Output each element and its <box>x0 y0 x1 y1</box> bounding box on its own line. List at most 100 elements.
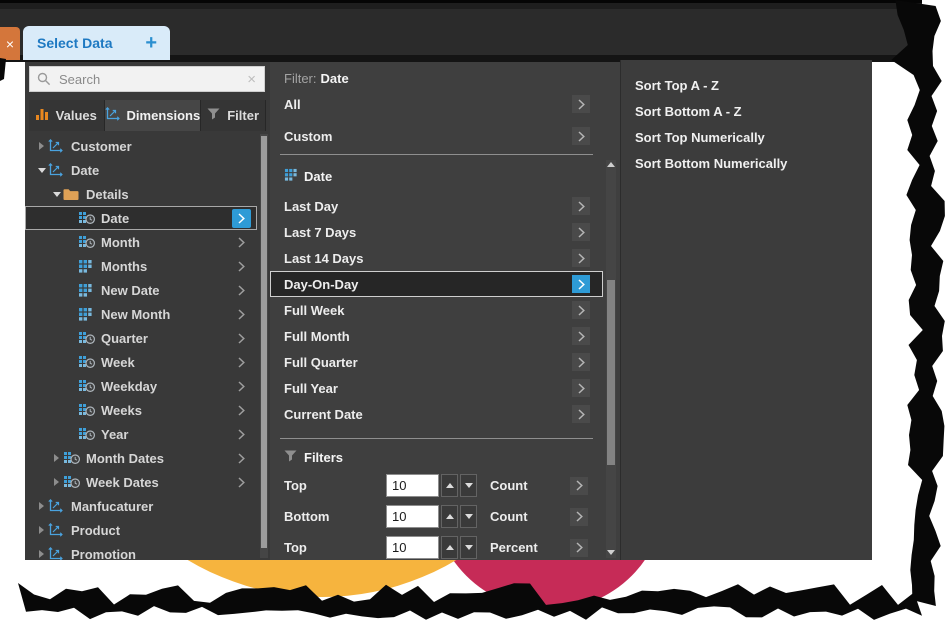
tab-values[interactable]: Values <box>29 100 105 131</box>
tree-item-months[interactable]: Months <box>25 254 257 278</box>
count-input[interactable] <box>386 474 439 497</box>
add-tab-icon[interactable]: + <box>145 33 157 53</box>
tree-item-weekday[interactable]: Weekday <box>25 374 257 398</box>
search-input[interactable] <box>57 71 247 88</box>
tree-item-quarter[interactable]: Quarter <box>25 326 257 350</box>
tree-item-customer[interactable]: Customer <box>25 134 257 158</box>
tree-item-date[interactable]: Date <box>25 158 257 182</box>
chevron-right-icon[interactable] <box>232 329 251 348</box>
tree-item-date[interactable]: Date <box>25 206 257 230</box>
funnel-icon <box>284 450 297 465</box>
chevron-right-icon[interactable] <box>570 477 588 495</box>
scroll-down-icon <box>606 550 616 555</box>
chevron-right-icon[interactable] <box>232 305 251 324</box>
metric-label: Count <box>490 478 570 493</box>
date-preset-full-month[interactable]: Full Month <box>270 323 603 349</box>
chevron-right-icon[interactable] <box>572 127 590 145</box>
chevron-right-icon[interactable] <box>232 209 251 228</box>
chevron-right-icon[interactable] <box>572 405 590 423</box>
tree-item-product[interactable]: Product <box>25 518 257 542</box>
select-data-tab[interactable]: Select Data + <box>23 26 170 60</box>
left-panel-scrollbar[interactable] <box>260 134 268 558</box>
decrement-button[interactable] <box>460 505 477 528</box>
axes-icon <box>48 499 67 513</box>
chevron-right-icon[interactable] <box>232 449 251 468</box>
datetime-icon <box>63 451 82 465</box>
chevron-right-icon[interactable] <box>232 257 251 276</box>
chevron-right-icon[interactable] <box>232 377 251 396</box>
grid-icon <box>78 307 97 321</box>
close-tab-button[interactable]: × <box>0 27 20 60</box>
date-preset-full-year[interactable]: Full Year <box>270 375 603 401</box>
chevron-right-icon[interactable] <box>232 425 251 444</box>
increment-button[interactable] <box>441 505 458 528</box>
menu-item-sort-top-a-z[interactable]: Sort Top A - Z <box>621 72 872 98</box>
chevron-right-icon[interactable] <box>572 301 590 319</box>
chevron-right-icon[interactable] <box>572 275 590 293</box>
tree-item-year[interactable]: Year <box>25 422 257 446</box>
expand-icon[interactable] <box>50 478 63 486</box>
expand-icon[interactable] <box>35 550 48 558</box>
tree-item-label: Month <box>101 235 140 250</box>
filter-option-all[interactable]: All <box>270 89 603 119</box>
date-preset-day-on-day[interactable]: Day-On-Day <box>270 271 603 297</box>
tree-item-manfucaturer[interactable]: Manfucaturer <box>25 494 257 518</box>
chevron-right-icon[interactable] <box>232 353 251 372</box>
expand-icon[interactable] <box>35 502 48 510</box>
chevron-right-icon[interactable] <box>572 249 590 267</box>
chevron-right-icon[interactable] <box>572 223 590 241</box>
chevron-right-icon[interactable] <box>572 353 590 371</box>
tree-item-month[interactable]: Month <box>25 230 257 254</box>
increment-button[interactable] <box>441 474 458 497</box>
tree-item-new-month[interactable]: New Month <box>25 302 257 326</box>
date-preset-last-7-days[interactable]: Last 7 Days <box>270 219 603 245</box>
chevron-right-icon[interactable] <box>572 379 590 397</box>
tree-item-promotion[interactable]: Promotion <box>25 542 257 560</box>
date-preset-last-day[interactable]: Last Day <box>270 193 603 219</box>
date-preset-current-date[interactable]: Current Date <box>270 401 603 427</box>
chevron-right-icon[interactable] <box>572 95 590 113</box>
chevron-right-icon[interactable] <box>232 281 251 300</box>
chevron-right-icon[interactable] <box>570 508 588 526</box>
filter-panel-scrollbar[interactable] <box>606 160 616 558</box>
tab-dimensions[interactable]: Dimensions <box>105 100 202 131</box>
decrement-button[interactable] <box>460 474 477 497</box>
collapse-icon[interactable] <box>35 168 48 173</box>
tree-item-label: Date <box>101 211 129 226</box>
menu-item-sort-bottom-a-z[interactable]: Sort Bottom A - Z <box>621 98 872 124</box>
tab-filter[interactable]: Filter <box>201 100 266 131</box>
tree-item-label: Details <box>86 187 129 202</box>
chevron-right-icon[interactable] <box>570 539 588 557</box>
date-preset-last-14-days[interactable]: Last 14 Days <box>270 245 603 271</box>
chevron-right-icon[interactable] <box>572 197 590 215</box>
tree-item-week[interactable]: Week <box>25 350 257 374</box>
expand-icon[interactable] <box>35 526 48 534</box>
chevron-right-icon[interactable] <box>232 473 251 492</box>
tree-item-new-date[interactable]: New Date <box>25 278 257 302</box>
tree-item-month-dates[interactable]: Month Dates <box>25 446 257 470</box>
menu-item-sort-top-numerically[interactable]: Sort Top Numerically <box>621 124 872 150</box>
chevron-right-icon[interactable] <box>232 233 251 252</box>
expand-icon[interactable] <box>35 142 48 150</box>
date-preset-full-week[interactable]: Full Week <box>270 297 603 323</box>
tree-item-label: Manfucaturer <box>71 499 153 514</box>
date-preset-full-quarter[interactable]: Full Quarter <box>270 349 603 375</box>
chevron-right-icon[interactable] <box>572 327 590 345</box>
menu-item-sort-bottom-numerically[interactable]: Sort Bottom Numerically <box>621 150 872 176</box>
search-box[interactable]: × <box>29 66 265 92</box>
filter-option-custom[interactable]: Custom <box>270 121 603 151</box>
collapse-icon[interactable] <box>50 192 63 197</box>
tree-item-details[interactable]: Details <box>25 182 257 206</box>
select-data-dialog: × Select Data + × ValuesDimensionsFilter… <box>0 0 951 634</box>
decrement-button[interactable] <box>460 536 477 559</box>
count-input[interactable] <box>386 505 439 528</box>
filters-section-header: Filters <box>284 450 343 465</box>
clear-search-icon[interactable]: × <box>247 71 256 88</box>
chevron-right-icon[interactable] <box>232 401 251 420</box>
expand-icon[interactable] <box>50 454 63 462</box>
increment-button[interactable] <box>441 536 458 559</box>
tree-item-weeks[interactable]: Weeks <box>25 398 257 422</box>
tree-item-week-dates[interactable]: Week Dates <box>25 470 257 494</box>
count-input[interactable] <box>386 536 439 559</box>
divider <box>280 438 593 439</box>
